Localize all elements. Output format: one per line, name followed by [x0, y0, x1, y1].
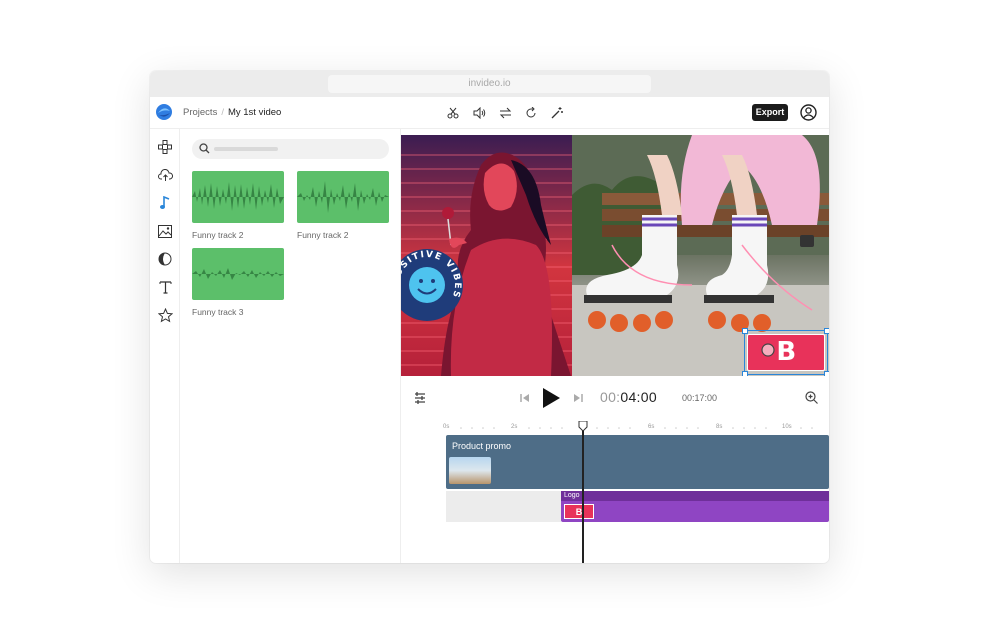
account-icon[interactable]	[800, 104, 817, 121]
audio-track-item[interactable]: Funny track 3	[192, 248, 284, 317]
text-icon[interactable]	[155, 277, 175, 297]
scissors-icon[interactable]	[445, 105, 461, 121]
star-icon[interactable]	[155, 305, 175, 325]
clip-logo[interactable]: Logo B AND	[561, 491, 829, 532]
search-input[interactable]	[192, 139, 389, 159]
magic-wand-icon[interactable]	[549, 105, 565, 121]
track-name: Funny track 2	[297, 230, 349, 240]
waveform-thumbnail	[297, 171, 389, 223]
skip-back-icon[interactable]	[520, 393, 530, 403]
timeline-settings-icon[interactable]	[413, 391, 427, 405]
track-name: Funny track 2	[192, 230, 244, 240]
skip-forward-icon[interactable]	[573, 393, 583, 403]
sticker-icon[interactable]	[155, 249, 175, 269]
breadcrumb-projects[interactable]: Projects	[183, 107, 217, 118]
left-sidebar	[150, 129, 180, 563]
track-name: Funny track 3	[192, 307, 244, 317]
zoom-in-icon[interactable]	[805, 391, 818, 404]
time-ruler: 0s 2s 4s 6s 8s 10s	[401, 420, 829, 434]
ruler-label: 0s	[443, 424, 450, 430]
search-icon	[199, 143, 210, 154]
current-time-prefix: 00:	[600, 389, 621, 405]
rotate-icon[interactable]	[523, 105, 539, 121]
current-time-value: 04:00	[620, 389, 657, 405]
playhead-line[interactable]	[582, 421, 584, 563]
current-time: 00:04:00	[600, 389, 657, 405]
swap-icon[interactable]	[497, 105, 513, 121]
top-toolbar: Projects / My 1st video Export	[150, 97, 829, 129]
edit-tools	[445, 105, 565, 121]
positive-vibes-sticker[interactable]: POSITIVE VIBES	[401, 245, 467, 325]
image-gallery-icon[interactable]	[155, 221, 175, 241]
cursor-icon	[761, 343, 775, 357]
search-placeholder-bar	[214, 147, 278, 151]
audio-library-panel: Funny track 2 Funny track 2 Funny track …	[180, 129, 401, 563]
resize-handle[interactable]	[824, 328, 829, 334]
url-bar[interactable]: invideo.io	[328, 75, 651, 93]
audio-track-item[interactable]: Funny track 2	[297, 171, 389, 240]
timeline[interactable]: 0s 2s 4s 6s 8s 10s Product promo	[401, 420, 829, 563]
clip-name: Product promo	[452, 441, 512, 451]
clip-name: Logo	[564, 492, 580, 499]
volume-icon[interactable]	[471, 105, 487, 121]
music-note-icon[interactable]	[155, 193, 175, 213]
breadcrumb: Projects / My 1st video	[183, 107, 281, 118]
resize-handle[interactable]	[742, 328, 748, 334]
play-icon[interactable]	[541, 387, 561, 409]
export-button[interactable]: Export	[752, 104, 788, 121]
audio-track-item[interactable]: Funny track 2	[192, 171, 284, 240]
waveform-thumbnail	[192, 248, 284, 300]
breadcrumb-separator: /	[221, 107, 224, 118]
app-window: invideo.io Projects / My 1st video Expor…	[150, 71, 829, 563]
total-time: 00:17:00	[682, 393, 718, 403]
scene-right-image: B AND	[572, 135, 829, 376]
video-preview[interactable]: POSITIVE VIBES	[401, 135, 829, 376]
playhead-handle[interactable]	[578, 421, 588, 431]
logo-overlay: B AND	[747, 334, 825, 376]
upload-cloud-icon[interactable]	[155, 165, 175, 185]
logo-selection-box[interactable]: B AND	[742, 328, 829, 376]
clip-thumbnail	[449, 457, 491, 484]
grid-icon[interactable]	[155, 137, 175, 157]
playback-controls: 00:04:00 00:17:00	[401, 376, 829, 420]
breadcrumb-current: My 1st video	[227, 107, 282, 118]
clip-product-promo[interactable]: Product promo	[446, 435, 829, 489]
browser-titlebar: invideo.io	[150, 71, 829, 97]
clip-header-band	[561, 491, 829, 501]
ruler-ticks	[460, 427, 813, 429]
invideo-logo-icon[interactable]	[155, 103, 173, 121]
waveform-thumbnail	[192, 171, 284, 223]
clip-thumbnail: B AND	[564, 504, 594, 532]
empty-track-slot[interactable]	[446, 491, 561, 522]
scene-left-image: POSITIVE VIBES	[401, 135, 572, 376]
